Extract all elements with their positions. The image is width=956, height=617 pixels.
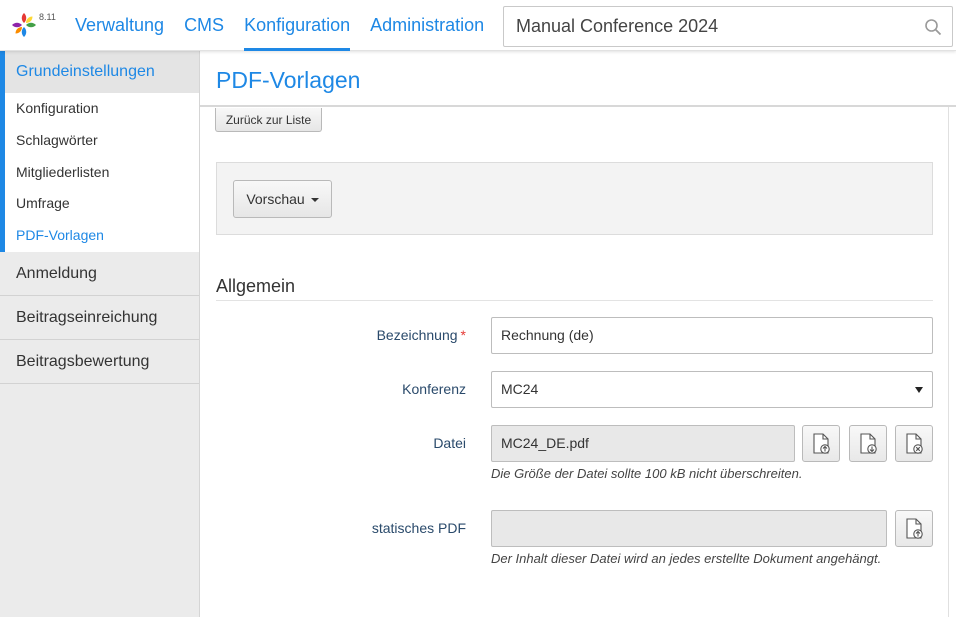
datei-label: Datei	[433, 435, 466, 451]
datei-hint: Die Größe der Datei sollte 100 kB nicht …	[491, 466, 803, 481]
nav-konfiguration[interactable]: Konfiguration	[244, 0, 351, 51]
preview-dropdown-button[interactable]: Vorschau	[233, 180, 332, 218]
sidebar: Grundeinstellungen Konfiguration Schlagw…	[0, 51, 200, 617]
upload-file-button[interactable]	[802, 425, 840, 462]
file-upload-icon	[906, 518, 923, 539]
sidebar-item-mitgliederlisten[interactable]: Mitgliederlisten	[5, 157, 199, 189]
section-divider	[216, 300, 933, 301]
sidebar-item-pdf-vorlagen[interactable]: PDF-Vorlagen	[5, 220, 199, 252]
konferenz-label: Konferenz	[402, 381, 466, 397]
sidebar-group-grundeinstellungen: Grundeinstellungen Konfiguration Schlagw…	[0, 51, 199, 252]
preview-panel: Vorschau	[216, 162, 933, 235]
bezeichnung-label-text: Bezeichnung	[376, 327, 458, 343]
page-title: PDF-Vorlagen	[216, 67, 361, 93]
sidebar-section-anmeldung[interactable]: Anmeldung	[0, 252, 199, 296]
conference-search	[503, 6, 953, 47]
main-content: PDF-Vorlagen Zurück zur Liste Vorschau A…	[200, 51, 956, 617]
conference-search-input[interactable]	[504, 7, 904, 46]
datei-file-field[interactable]: MC24_DE.pdf	[491, 425, 795, 462]
main-nav: Verwaltung CMS Konfiguration Administrat…	[75, 0, 504, 51]
top-bar: 8.11 Verwaltung CMS Konfiguration Admini…	[0, 0, 956, 51]
statisches-pdf-label: statisches PDF	[371, 520, 466, 536]
title-divider	[200, 105, 956, 107]
search-icon[interactable]	[924, 18, 942, 36]
upload-static-pdf-button[interactable]	[895, 510, 933, 547]
app-logo-icon[interactable]	[10, 11, 38, 39]
sidebar-item-schlagwoerter[interactable]: Schlagwörter	[5, 125, 199, 157]
konferenz-select[interactable]: MC24	[491, 371, 933, 408]
file-download-icon	[860, 433, 877, 454]
sidebar-section-beitragseinreichung[interactable]: Beitragseinreichung	[0, 296, 199, 340]
version-label: 8.11	[39, 12, 56, 22]
required-marker: *	[460, 327, 466, 343]
back-to-list-button[interactable]: Zurück zur Liste	[215, 108, 322, 132]
nav-cms[interactable]: CMS	[184, 0, 224, 51]
nav-verwaltung[interactable]: Verwaltung	[75, 0, 164, 51]
bezeichnung-input[interactable]: Rechnung (de)	[491, 317, 933, 354]
konferenz-selected-value: MC24	[501, 381, 539, 397]
remove-file-button[interactable]	[895, 425, 933, 462]
section-title-allgemein: Allgemein	[216, 276, 296, 296]
nav-administration[interactable]: Administration	[370, 0, 484, 51]
bezeichnung-label: Bezeichnung *	[377, 327, 466, 343]
sidebar-group-header[interactable]: Grundeinstellungen	[5, 51, 199, 93]
statisches-pdf-hint: Der Inhalt dieser Datei wird an jedes er…	[491, 551, 882, 566]
content-right-border	[948, 107, 949, 617]
statisches-pdf-file-field[interactable]	[491, 510, 887, 547]
sidebar-item-umfrage[interactable]: Umfrage	[5, 188, 199, 220]
caret-down-icon	[310, 198, 319, 203]
file-remove-icon	[906, 433, 923, 454]
sidebar-section-beitragsbewertung[interactable]: Beitragsbewertung	[0, 340, 199, 384]
download-file-button[interactable]	[849, 425, 887, 462]
sidebar-item-konfiguration[interactable]: Konfiguration	[5, 93, 199, 125]
select-arrow-icon	[915, 387, 923, 393]
preview-button-label: Vorschau	[246, 191, 305, 207]
file-upload-icon	[813, 433, 830, 454]
